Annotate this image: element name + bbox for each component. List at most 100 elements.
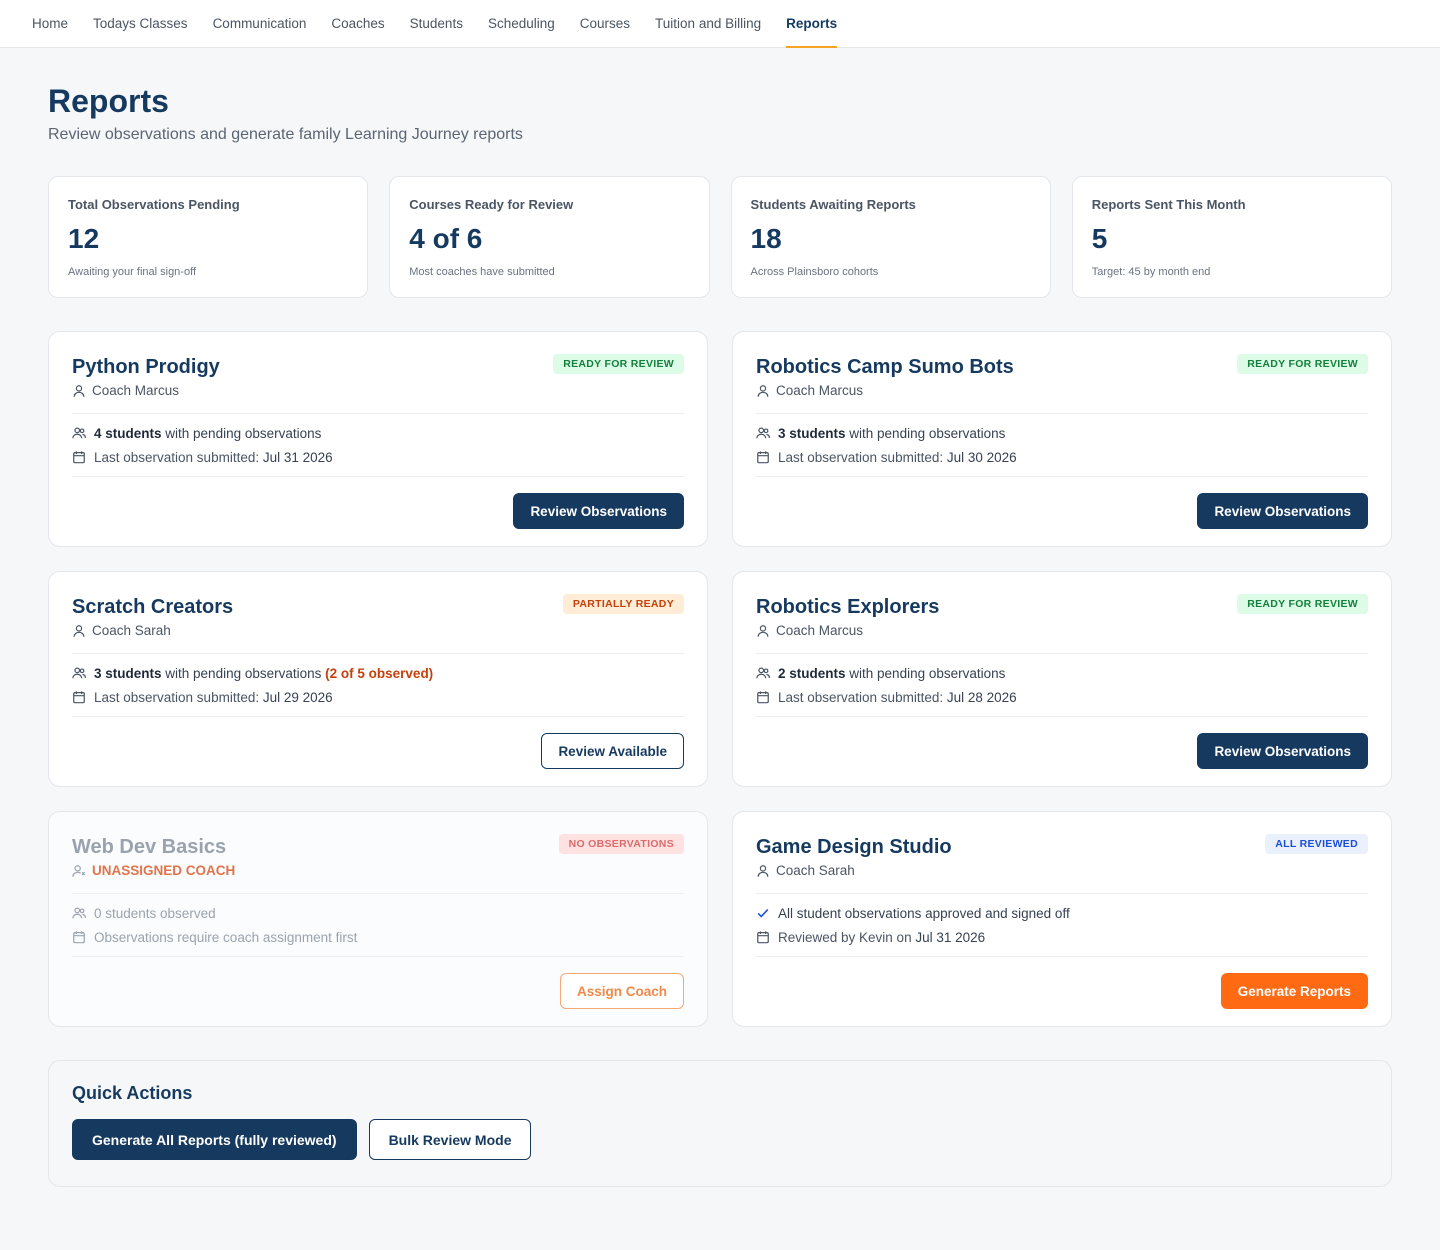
users-icon — [756, 426, 770, 440]
students-text: with pending observations — [849, 665, 1006, 681]
last-label: Last observation submitted: — [94, 689, 260, 705]
coach-line: Coach Sarah — [72, 623, 684, 638]
page-title: Reports — [48, 83, 169, 119]
last-submitted-row: Last observation submitted: Jul 28 2026 — [756, 685, 1368, 709]
nav-courses[interactable]: Courses — [580, 0, 630, 47]
students-pending-row: 2 students with pending observations — [756, 661, 1368, 685]
last-label: Observations require coach assignment fi… — [94, 929, 358, 945]
course-card-robotics-sumo-bots: Robotics Camp Sumo Bots READY FOR REVIEW… — [732, 331, 1392, 548]
course-title: Game Design Studio — [756, 836, 952, 859]
calendar-icon — [72, 450, 86, 464]
students-text: with pending observations — [849, 425, 1006, 441]
stat-note: Across Plainsboro cohorts — [750, 265, 879, 278]
generate-reports-button[interactable]: Generate Reports — [1220, 973, 1368, 1010]
generate-all-reports-button[interactable]: Generate All Reports (fully reviewed) — [72, 1119, 357, 1161]
students-text: 0 students observed — [94, 905, 216, 921]
stats-row: Total Observations Pending 12 Awaiting y… — [48, 176, 1392, 299]
coach-name: Coach Marcus — [776, 383, 864, 399]
nav-tuition-billing[interactable]: Tuition and Billing — [655, 0, 761, 47]
calendar-icon — [756, 450, 770, 464]
nav-home[interactable]: Home — [32, 0, 68, 47]
quick-actions-panel: Quick Actions Generate All Reports (full… — [48, 1060, 1392, 1188]
checkmark-icon — [756, 906, 770, 920]
last-submitted-row: Last observation submitted: Jul 30 2026 — [756, 445, 1368, 469]
nav-students[interactable]: Students — [410, 0, 463, 47]
users-icon — [72, 426, 86, 440]
course-card-scratch-creators: Scratch Creators PARTIALLY READY Coach S… — [48, 571, 708, 788]
course-card-game-design-studio: Game Design Studio ALL REVIEWED Coach Sa… — [732, 811, 1392, 1028]
students-text: All student observations approved and si… — [778, 905, 1070, 921]
status-badge: ALL REVIEWED — [1265, 834, 1368, 855]
nav-todays-classes[interactable]: Todays Classes — [93, 0, 188, 47]
last-label: Last observation submitted: — [94, 449, 260, 465]
students-count: 2 students — [778, 665, 846, 681]
last-date: Jul 29 2026 — [262, 689, 333, 705]
stat-note: Target: 45 by month end — [1091, 265, 1211, 278]
user-icon — [756, 864, 770, 878]
divider — [72, 716, 684, 718]
nav-communication[interactable]: Communication — [213, 0, 307, 47]
last-label: Last observation submitted: — [778, 449, 944, 465]
users-icon — [756, 666, 770, 680]
status-badge: NO OBSERVATIONS — [558, 834, 684, 855]
users-icon — [72, 906, 86, 920]
top-nav: Home Todays Classes Communication Coache… — [0, 0, 1440, 48]
course-grid: Python Prodigy READY FOR REVIEW Coach Ma… — [48, 331, 1392, 1028]
students-text: with pending observations — [165, 665, 322, 681]
stat-label: Students Awaiting Reports — [750, 197, 916, 213]
approval-row: All student observations approved and si… — [756, 901, 1368, 925]
course-title: Python Prodigy — [72, 356, 220, 379]
review-observations-button[interactable]: Review Observations — [513, 493, 684, 530]
stat-card-students-awaiting: Students Awaiting Reports 18 Across Plai… — [730, 176, 1051, 299]
page-subtitle: Review observations and generate family … — [48, 126, 523, 144]
coach-name: Coach Marcus — [92, 383, 180, 399]
main-content: Reports Review observations and generate… — [0, 82, 1440, 1188]
last-label: Reviewed by Kevin on — [778, 929, 912, 945]
divider — [756, 716, 1368, 718]
review-available-button[interactable]: Review Available — [541, 733, 684, 770]
stat-value: 5 — [1091, 223, 1108, 255]
stat-label: Reports Sent This Month — [1091, 197, 1246, 213]
nav-coaches[interactable]: Coaches — [331, 0, 384, 47]
coach-line: Coach Marcus — [72, 383, 684, 398]
users-icon — [72, 666, 86, 680]
stat-value: 18 — [750, 223, 782, 255]
last-date: Jul 30 2026 — [946, 449, 1017, 465]
calendar-icon — [72, 690, 86, 704]
course-title: Scratch Creators — [72, 596, 234, 619]
course-card-robotics-explorers: Robotics Explorers READY FOR REVIEW Coac… — [732, 571, 1392, 788]
stat-value: 4 of 6 — [409, 223, 483, 255]
coach-line: Coach Sarah — [756, 863, 1368, 878]
stat-label: Courses Ready for Review — [409, 197, 574, 213]
course-card-python-prodigy: Python Prodigy READY FOR REVIEW Coach Ma… — [48, 331, 708, 548]
review-observations-button[interactable]: Review Observations — [1197, 733, 1368, 770]
divider — [756, 476, 1368, 478]
stat-card-courses-ready: Courses Ready for Review 4 of 6 Most coa… — [389, 176, 710, 299]
last-submitted-row: Last observation submitted: Jul 29 2026 — [72, 685, 684, 709]
students-text: with pending observations — [165, 425, 322, 441]
course-title: Robotics Camp Sumo Bots — [756, 356, 1014, 379]
user-icon — [756, 624, 770, 638]
nav-reports[interactable]: Reports — [786, 0, 838, 48]
course-title: Robotics Explorers — [756, 596, 940, 619]
bulk-review-mode-button[interactable]: Bulk Review Mode — [368, 1119, 532, 1161]
user-icon — [72, 384, 86, 398]
divider — [72, 956, 684, 958]
coach-line: UNASSIGNED COACH — [72, 863, 684, 878]
last-submitted-row: Last observation submitted: Jul 31 2026 — [72, 445, 684, 469]
assign-coach-button[interactable]: Assign Coach — [559, 973, 684, 1010]
review-observations-button[interactable]: Review Observations — [1197, 493, 1368, 530]
stat-label: Total Observations Pending — [68, 197, 240, 213]
observed-ratio: (2 of 5 observed) — [325, 665, 434, 681]
coach-line: Coach Marcus — [756, 383, 1368, 398]
students-pending-row: 3 students with pending observations — [756, 421, 1368, 445]
last-date: Jul 31 2026 — [262, 449, 333, 465]
user-unassigned-icon — [72, 864, 86, 878]
coach-name: Coach Sarah — [776, 863, 855, 879]
divider — [756, 956, 1368, 958]
last-date: Jul 28 2026 — [946, 689, 1017, 705]
calendar-icon — [756, 930, 770, 944]
nav-scheduling[interactable]: Scheduling — [488, 0, 555, 47]
course-title: Web Dev Basics — [72, 836, 227, 859]
students-count: 3 students — [778, 425, 846, 441]
